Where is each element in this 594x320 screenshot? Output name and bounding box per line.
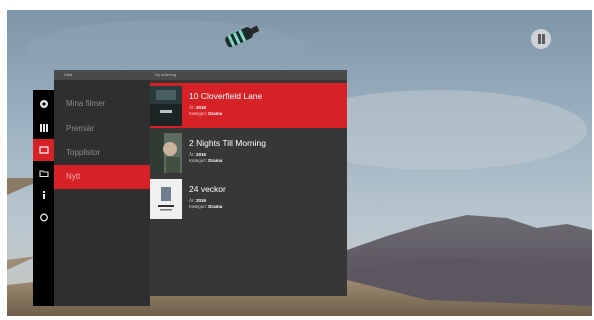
category-label: Nytt [66, 172, 81, 181]
rail-info-button[interactable] [33, 184, 54, 206]
folder-icon [38, 170, 49, 178]
rail-power-button[interactable] [33, 206, 54, 228]
rail-folder-button[interactable] [33, 162, 54, 184]
info-icon [42, 191, 45, 199]
icon-rail [33, 90, 54, 306]
tv-icon [38, 146, 49, 154]
category-item-premiere[interactable]: Premiär [54, 117, 150, 141]
title-name: 2 Nights Till Morning [189, 138, 267, 148]
title-list: 10 Cloverfield Lane År: 2016 Kategori: D… [150, 80, 347, 296]
title-row[interactable]: 10 Cloverfield Lane År: 2016 Kategori: D… [150, 83, 347, 128]
title-row[interactable]: 2 Nights Till Morning År: 2015 Kategori:… [150, 130, 347, 175]
category-item-new[interactable]: Nytt [54, 165, 150, 189]
poster-image [150, 133, 182, 173]
title-name: 24 veckor [189, 184, 226, 194]
title-list-header-label: Ny utökning [155, 72, 177, 77]
title-year: År: 2015 [189, 152, 207, 157]
power-icon [39, 213, 48, 222]
gear-icon [39, 100, 48, 108]
categories-header: Hitta [54, 70, 150, 80]
categories-header-label: Hitta [64, 72, 73, 77]
rail-tv-button[interactable] [33, 139, 54, 161]
title-category: Kategori: Drama [189, 204, 223, 209]
title-row[interactable]: 24 veckor År: 2016 Kategori: Drama [150, 176, 347, 221]
title-list-header: Ny utökning [150, 70, 347, 80]
rail-grid-button[interactable] [33, 117, 54, 139]
poster-image [150, 86, 182, 126]
title-category: Kategori: Drama [189, 158, 223, 163]
poster-image [150, 179, 182, 219]
title-category: Kategori: Drama [189, 111, 223, 116]
title-name: 10 Cloverfield Lane [189, 91, 263, 101]
category-item-my-movies[interactable]: Mina filmer [54, 92, 150, 116]
category-label: Mina filmer [66, 99, 106, 108]
title-year: År: 2016 [189, 198, 207, 203]
category-label: Topplistor [66, 148, 101, 157]
title-year: År: 2016 [189, 105, 207, 110]
grid-icon [39, 124, 48, 132]
category-item-top-lists[interactable]: Topplistor [54, 141, 150, 165]
category-label: Premiär [66, 124, 95, 133]
category-list: Mina filmer Premiär Topplistor Nytt [54, 80, 150, 306]
video-player-stage: Hitta Ny utökning Mina filmer Premiär To… [7, 10, 592, 316]
pause-button[interactable] [531, 29, 551, 49]
rail-settings-button[interactable] [33, 93, 54, 115]
